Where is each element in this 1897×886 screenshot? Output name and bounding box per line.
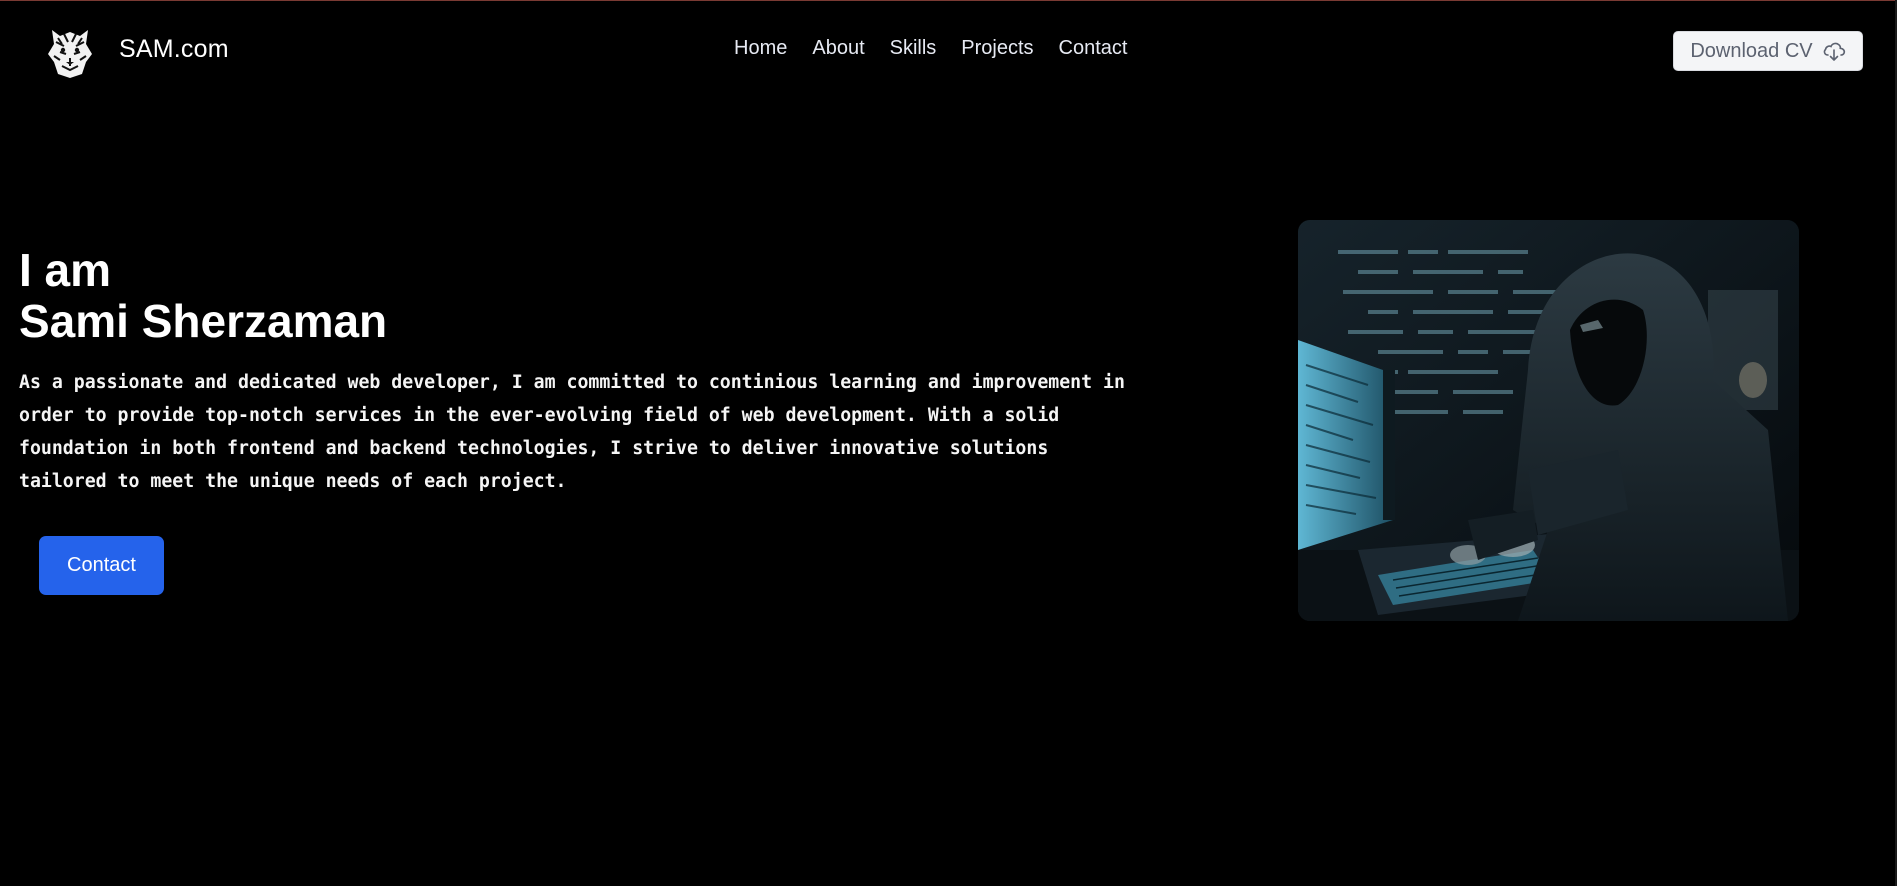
hero-title-name: Sami Sherzaman <box>19 295 388 347</box>
hooded-hacker-at-computer-image <box>1298 220 1799 621</box>
nav-projects[interactable]: Projects <box>961 37 1033 60</box>
hero-title-line1: I am <box>19 244 112 296</box>
download-cv-label: Download CV <box>1690 39 1813 62</box>
brand-name[interactable]: SAM.com <box>119 35 229 64</box>
cloud-download-icon <box>1823 42 1845 61</box>
nav-contact[interactable]: Contact <box>1059 37 1128 60</box>
tiger-head-icon[interactable] <box>42 22 98 80</box>
contact-button[interactable]: Contact <box>39 536 164 595</box>
main-nav: Home About Skills Projects Contact <box>734 37 1127 60</box>
download-cv-button[interactable]: Download CV <box>1673 31 1863 71</box>
site-header: SAM.com Home About Skills Projects Conta… <box>0 0 1897 102</box>
nav-skills[interactable]: Skills <box>890 37 937 60</box>
hero-title: I am Sami Sherzaman <box>19 245 387 347</box>
nav-home[interactable]: Home <box>734 37 787 60</box>
hero-description: As a passionate and dedicated web develo… <box>19 372 1125 492</box>
nav-about[interactable]: About <box>812 37 864 60</box>
